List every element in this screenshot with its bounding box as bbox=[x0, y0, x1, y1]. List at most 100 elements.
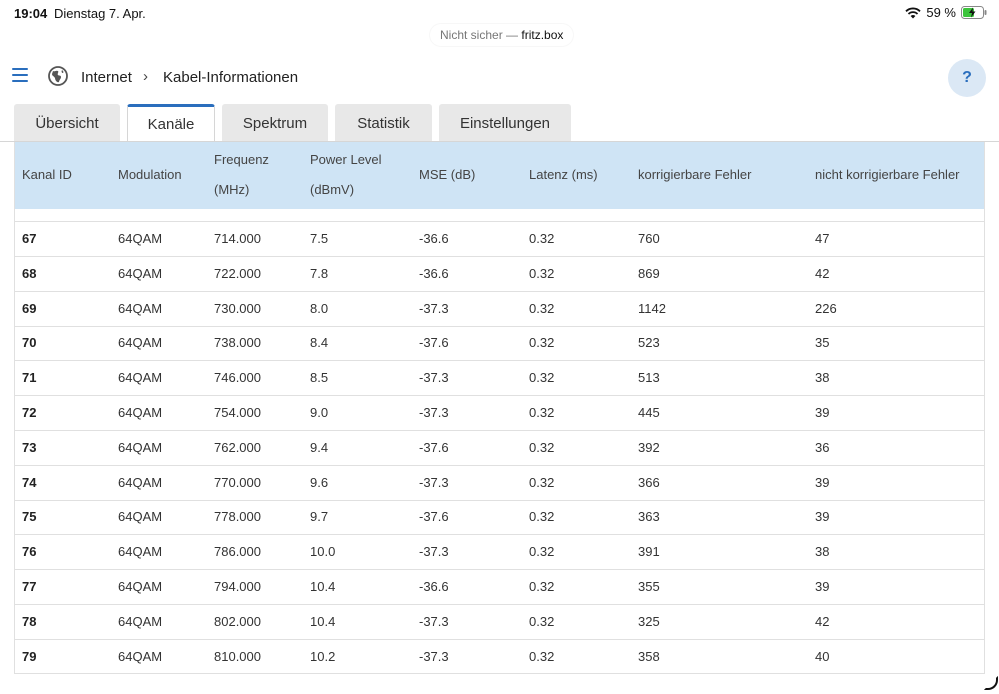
cell-mse: -37.3 bbox=[419, 370, 449, 386]
table-row: 77 64QAM 794.000 10.4 -36.6 0.32 355 39 bbox=[15, 570, 984, 605]
cell-latenz: 0.32 bbox=[529, 265, 555, 281]
table-row: 69 64QAM 730.000 8.0 -37.3 0.32 1142 226 bbox=[15, 292, 984, 327]
cell-mse: -37.3 bbox=[419, 544, 449, 560]
battery-percent: 59 % bbox=[926, 5, 956, 20]
wifi-icon bbox=[905, 7, 921, 18]
url-host: fritz.box bbox=[521, 28, 564, 42]
cell-kanal-id: 73 bbox=[22, 439, 37, 455]
cell-kanal-id: 72 bbox=[22, 405, 37, 420]
cell-latenz: 0.32 bbox=[529, 509, 555, 525]
cell-korrigierbar: 391 bbox=[638, 544, 660, 560]
table-header: Kanal ID Modulation Frequenz (MHz) Power… bbox=[15, 142, 984, 209]
cell-latenz: 0.32 bbox=[529, 231, 555, 246]
cell-nicht-korrigierbar: 39 bbox=[815, 474, 830, 490]
cell-modulation: 64QAM bbox=[118, 370, 163, 386]
cell-frequenz: 738.000 bbox=[214, 335, 261, 351]
cell-mse: -37.6 bbox=[419, 439, 449, 455]
background-ghost bbox=[22, 26, 25, 38]
insecure-label: Nicht sicher — bbox=[440, 28, 519, 42]
cell-latenz: 0.32 bbox=[529, 579, 555, 594]
cell-mse: -37.3 bbox=[419, 648, 449, 664]
table-row: 71 64QAM 746.000 8.5 -37.3 0.32 513 38 bbox=[15, 361, 984, 397]
cell-nicht-korrigierbar: 39 bbox=[815, 405, 830, 420]
cell-frequenz: 810.000 bbox=[214, 648, 261, 664]
cell-modulation: 64QAM bbox=[118, 335, 163, 351]
header-korrigierbar: korrigierbare Fehler bbox=[638, 167, 752, 182]
cell-power-level: 10.4 bbox=[310, 579, 336, 594]
cell-mse: -36.6 bbox=[419, 231, 449, 246]
cell-modulation: 64QAM bbox=[118, 544, 163, 560]
cell-korrigierbar: 869 bbox=[638, 265, 660, 281]
cell-korrigierbar: 363 bbox=[638, 509, 660, 525]
status-bar: 19:04 Dienstag 7. Apr. 59 % bbox=[0, 0, 999, 26]
cell-latenz: 0.32 bbox=[529, 335, 555, 351]
cell-power-level: 8.0 bbox=[310, 300, 329, 316]
cell-frequenz: 746.000 bbox=[214, 370, 261, 386]
header-power-level: Power Level bbox=[310, 152, 382, 167]
cell-modulation: 64QAM bbox=[118, 613, 163, 629]
cell-mse: -37.6 bbox=[419, 335, 449, 351]
table-row: 68 64QAM 722.000 7.8 -36.6 0.32 869 42 bbox=[15, 257, 984, 292]
help-button[interactable]: ? bbox=[948, 59, 986, 97]
cell-modulation: 64QAM bbox=[118, 474, 163, 490]
cell-korrigierbar: 358 bbox=[638, 648, 660, 664]
cell-kanal-id: 79 bbox=[22, 648, 37, 664]
cell-korrigierbar: 355 bbox=[638, 579, 660, 594]
channel-table[interactable]: Kanal ID Modulation Frequenz (MHz) Power… bbox=[14, 142, 985, 674]
cell-kanal-id: 71 bbox=[22, 370, 37, 386]
header-nicht-korrigierbar: nicht korrigierbare Fehler bbox=[815, 167, 960, 182]
tab-spektrum[interactable]: Spektrum bbox=[222, 104, 328, 142]
cell-mse: -36.6 bbox=[419, 265, 449, 281]
cell-frequenz: 754.000 bbox=[214, 405, 261, 420]
cell-power-level: 10.2 bbox=[310, 648, 336, 664]
header-frequenz-unit: (MHz) bbox=[214, 182, 250, 197]
cell-frequenz: 714.000 bbox=[214, 231, 261, 246]
cell-nicht-korrigierbar: 42 bbox=[815, 265, 830, 281]
table-row: 73 64QAM 762.000 9.4 -37.6 0.32 392 36 bbox=[15, 431, 984, 466]
cell-kanal-id: 68 bbox=[22, 265, 37, 281]
cell-mse: -37.3 bbox=[419, 474, 449, 490]
battery-charging-icon bbox=[961, 6, 987, 19]
cell-kanal-id: 75 bbox=[22, 509, 37, 525]
cell-modulation: 64QAM bbox=[118, 265, 163, 281]
cell-nicht-korrigierbar: 47 bbox=[815, 231, 830, 246]
header-power-unit: (dBmV) bbox=[310, 182, 355, 197]
cell-kanal-id: 78 bbox=[22, 613, 37, 629]
tab-statistik[interactable]: Statistik bbox=[335, 104, 432, 142]
cell-nicht-korrigierbar: 40 bbox=[815, 648, 830, 664]
breadcrumb-internet[interactable]: Internet bbox=[81, 69, 132, 86]
cell-modulation: 64QAM bbox=[118, 439, 163, 455]
cell-modulation: 64QAM bbox=[118, 648, 163, 664]
page-title: Kabel-Informationen bbox=[163, 69, 299, 86]
cell-nicht-korrigierbar: 36 bbox=[815, 439, 830, 455]
cell-nicht-korrigierbar: 35 bbox=[815, 335, 830, 351]
cell-power-level: 9.7 bbox=[310, 509, 329, 525]
menu-icon[interactable] bbox=[12, 68, 30, 84]
table-row: 72 64QAM 754.000 9.0 -37.3 0.32 445 39 bbox=[15, 396, 984, 431]
cell-korrigierbar: 445 bbox=[638, 405, 660, 420]
cell-korrigierbar: 392 bbox=[638, 439, 660, 455]
cell-modulation: 64QAM bbox=[118, 231, 163, 246]
tab-kanaele[interactable]: Kanäle bbox=[127, 104, 215, 142]
tab-uebersicht[interactable]: Übersicht bbox=[14, 104, 120, 142]
cell-mse: -36.6 bbox=[419, 579, 449, 594]
cell-nicht-korrigierbar: 38 bbox=[815, 544, 830, 560]
cell-power-level: 10.0 bbox=[310, 544, 336, 560]
cell-mse: -37.6 bbox=[419, 509, 449, 525]
cell-frequenz: 762.000 bbox=[214, 439, 261, 455]
table-row: 79 64QAM 810.000 10.2 -37.3 0.32 358 40 bbox=[15, 640, 984, 673]
scroll-corner bbox=[984, 676, 998, 690]
cell-power-level: 9.0 bbox=[310, 405, 329, 420]
tab-einstellungen[interactable]: Einstellungen bbox=[439, 104, 571, 142]
cell-modulation: 64QAM bbox=[118, 300, 163, 316]
header-latenz: Latenz (ms) bbox=[529, 167, 598, 182]
header-frequenz: Frequenz bbox=[214, 152, 269, 167]
url-bar[interactable]: Nicht sicher — fritz.box bbox=[430, 24, 574, 46]
scrolled-row-edge bbox=[15, 209, 984, 222]
cell-frequenz: 722.000 bbox=[214, 265, 261, 281]
cell-korrigierbar: 366 bbox=[638, 474, 660, 490]
table-row: 76 64QAM 786.000 10.0 -37.3 0.32 391 38 bbox=[15, 535, 984, 571]
cell-latenz: 0.32 bbox=[529, 439, 555, 455]
globe-icon bbox=[48, 66, 68, 86]
status-date: Dienstag 7. Apr. bbox=[54, 6, 146, 21]
